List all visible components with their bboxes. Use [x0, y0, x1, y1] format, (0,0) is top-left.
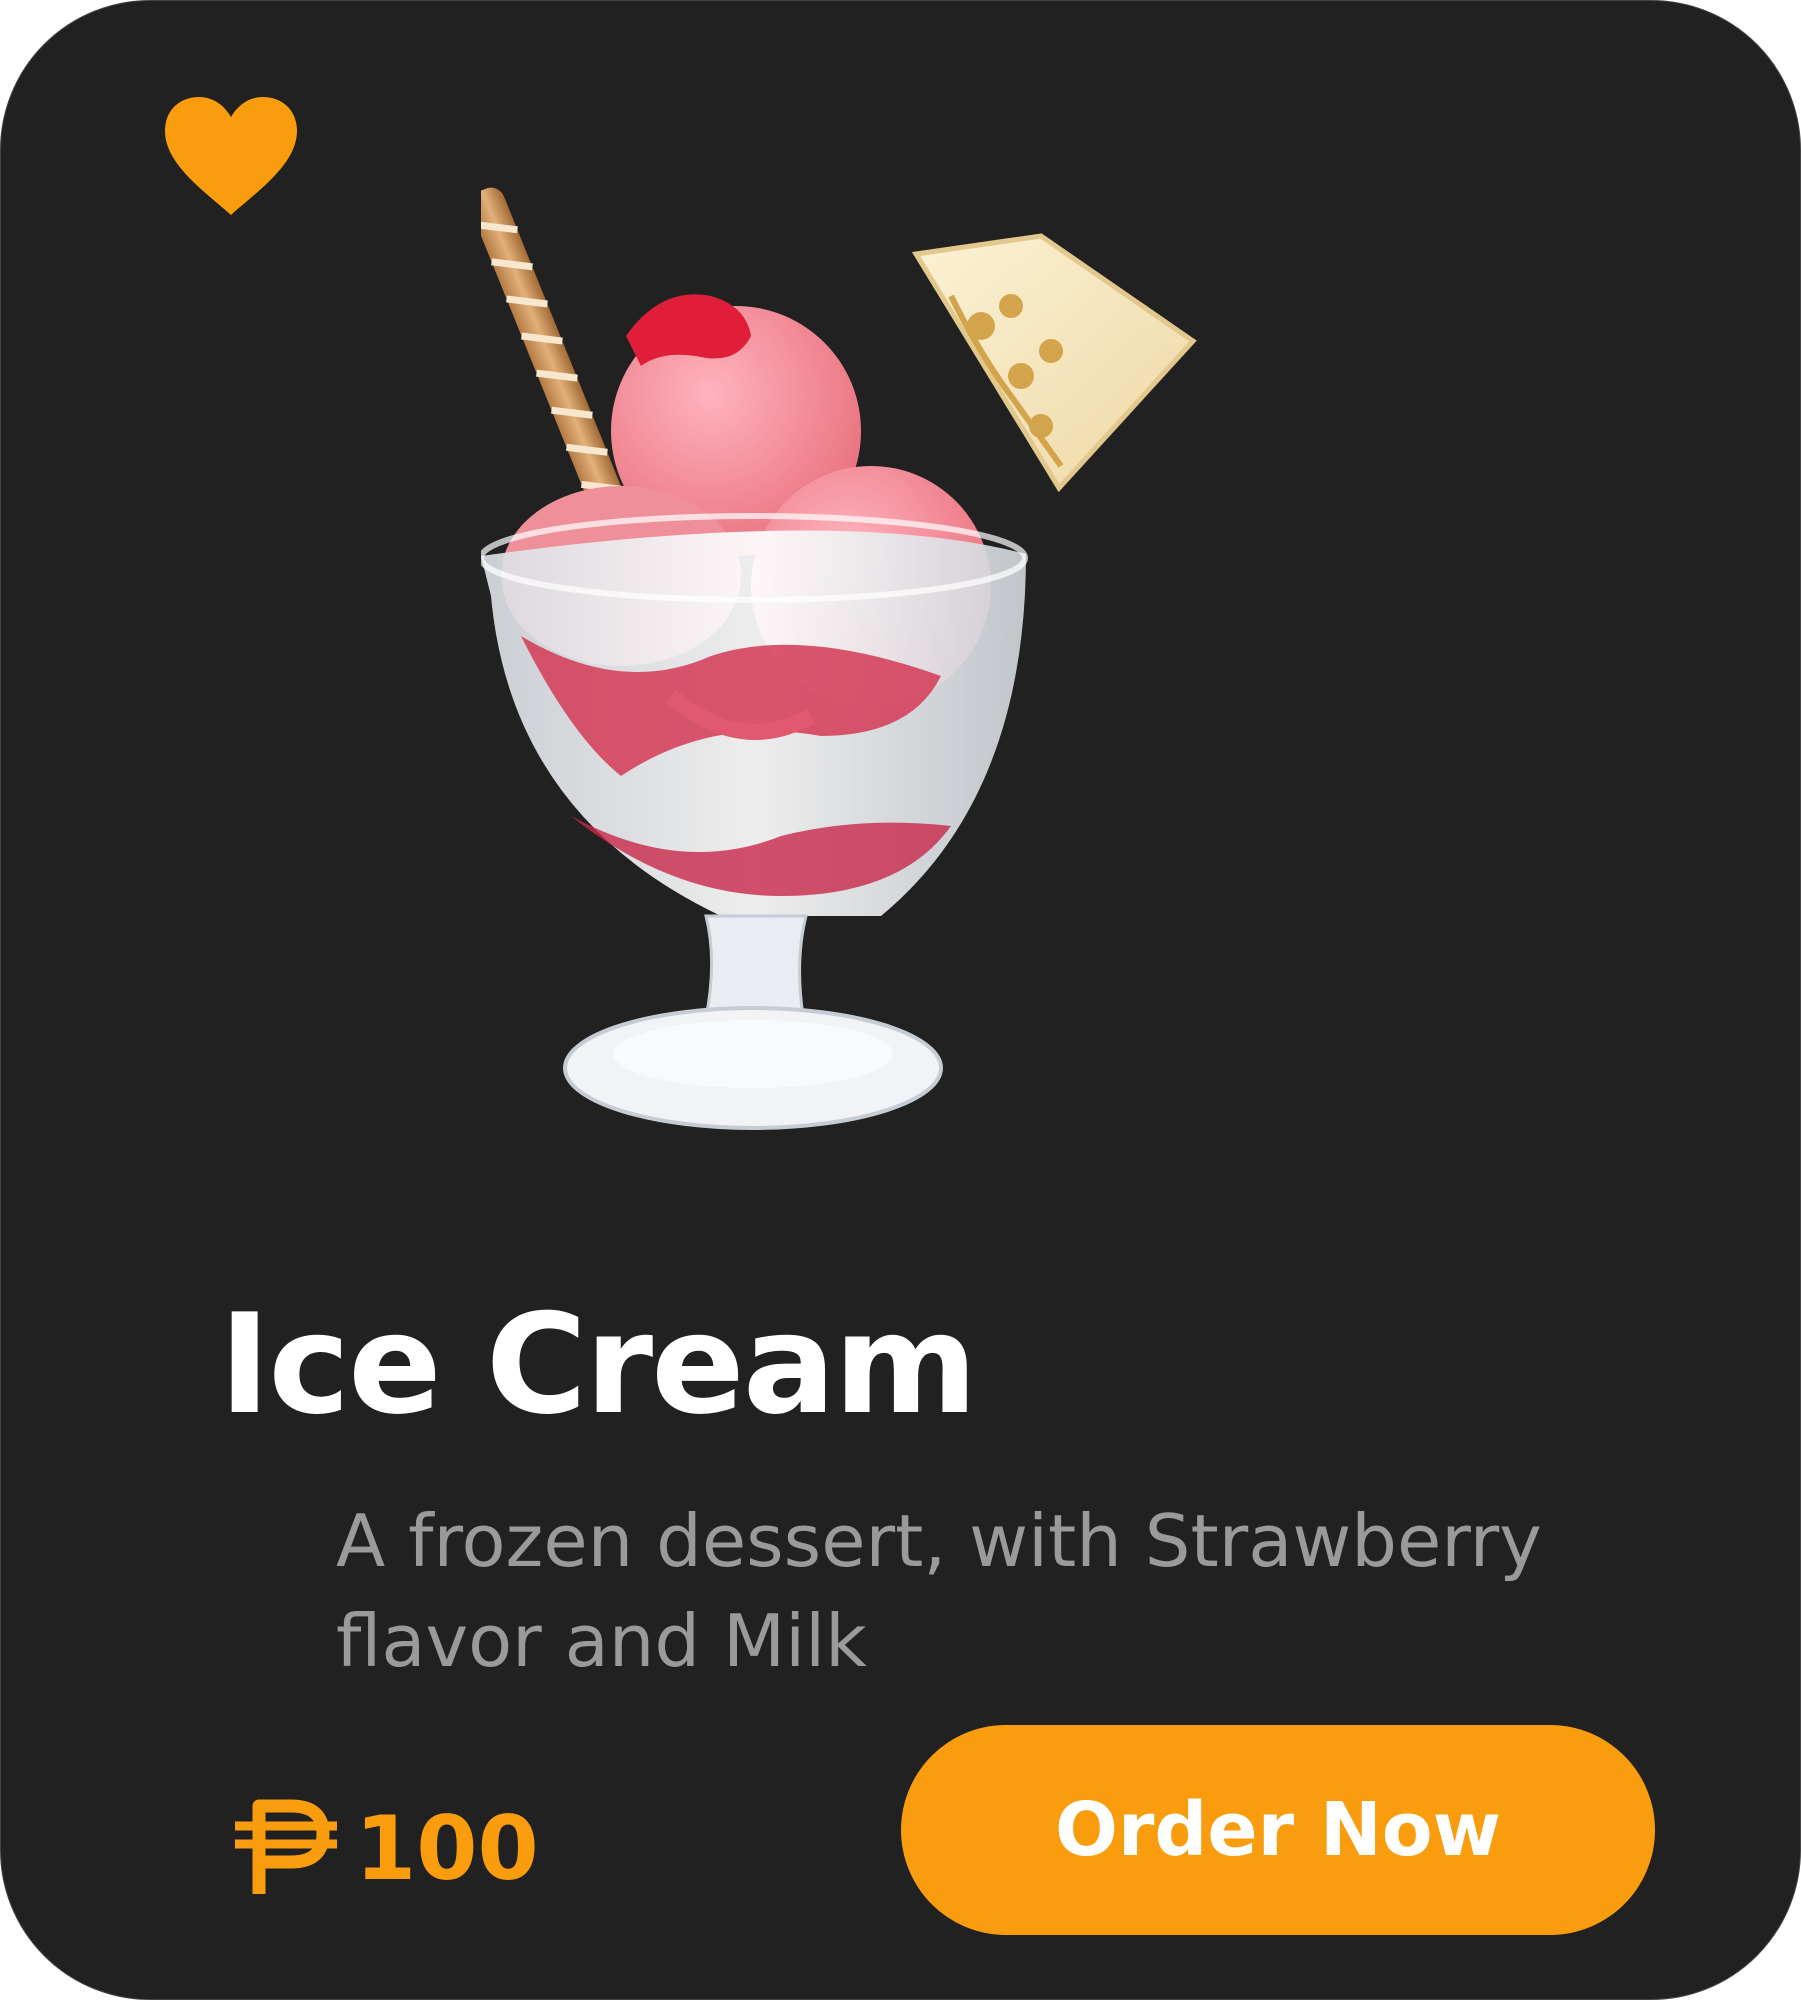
product-card: Ice Cream A frozen dessert, with Strawbe…: [0, 0, 1801, 2000]
peso-sign-icon: [235, 1799, 337, 1894]
product-title: Ice Cream: [219, 1284, 978, 1445]
ice-cream-sundae-image: [481, 187, 1197, 1130]
price-value: 100: [355, 1796, 539, 1900]
price: 100: [231, 1791, 539, 1906]
heart-icon[interactable]: [161, 93, 301, 219]
product-description: A frozen dessert, with Strawberry flavor…: [336, 1499, 1542, 1683]
order-now-button[interactable]: Order Now: [901, 1725, 1655, 1935]
